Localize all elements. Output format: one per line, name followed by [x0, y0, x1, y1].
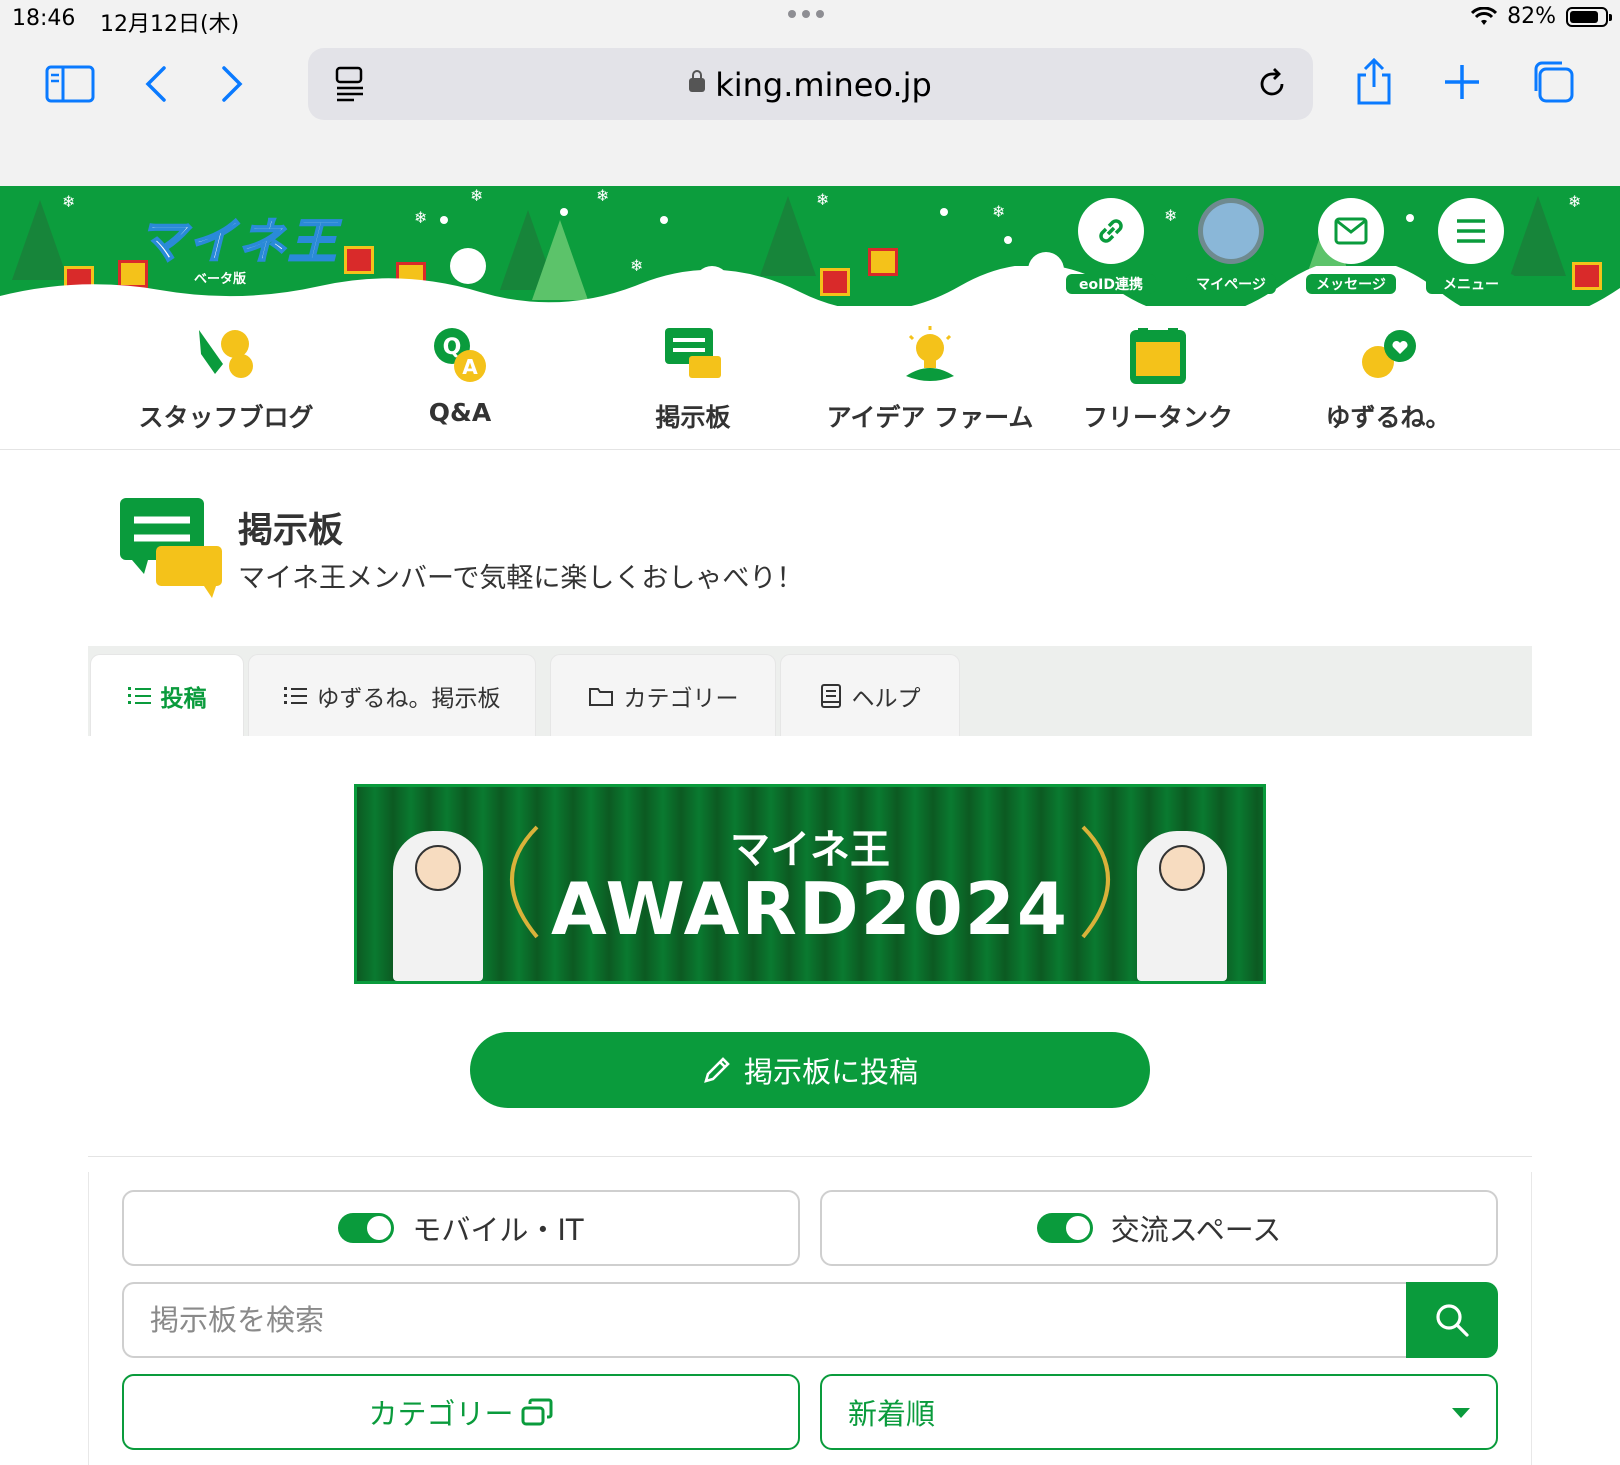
message-button[interactable] [1318, 198, 1384, 264]
menu-label: メニュー [1426, 274, 1516, 294]
nav-free-tank[interactable]: フリータンク [1048, 320, 1268, 434]
multitask-dots-icon[interactable] [788, 10, 824, 18]
toggle-switch[interactable] [338, 1213, 395, 1243]
wifi-icon [1471, 6, 1498, 25]
snowflake-icon: ❄ [414, 208, 428, 227]
search-button[interactable] [1406, 1282, 1498, 1358]
new-tab-icon[interactable] [1442, 62, 1482, 102]
divider [88, 1156, 1532, 1157]
window-stack-icon [521, 1398, 552, 1426]
status-time: 18:46 [12, 6, 76, 31]
eoid-link-button[interactable] [1078, 198, 1144, 264]
sidebar-icon[interactable] [44, 62, 96, 106]
avatar [1203, 203, 1259, 259]
category-select-button[interactable]: カテゴリー [122, 1374, 800, 1450]
tab-category[interactable]: カテゴリー [550, 654, 776, 736]
search-input[interactable] [122, 1282, 1412, 1358]
book-icon [820, 683, 841, 708]
menu-button[interactable] [1438, 198, 1504, 264]
board-search [122, 1282, 1498, 1358]
heart-chat-icon [1362, 330, 1416, 378]
toggle-switch[interactable] [1036, 1213, 1093, 1243]
tab-posts[interactable]: 投稿 [90, 654, 244, 736]
nav-yuzurune[interactable]: ゆずるね。 [1278, 320, 1498, 434]
browser-toolbar: king.mineo.jp [0, 40, 1620, 186]
snowflake-icon: ❄ [1568, 192, 1582, 211]
tabs-overview-icon[interactable] [1528, 58, 1576, 106]
site-header: ❄ ❄ ❄ ❄ ❄ ❄ ❄ ❄ ❄ マイネ王 ベータ版 eoID連携 マイページ… [0, 186, 1620, 306]
snowflake-icon: ❄ [470, 186, 484, 205]
status-bar: 18:46 12月12日(木) 82% [0, 0, 1620, 40]
reload-icon[interactable] [1254, 66, 1290, 102]
board-icon [665, 328, 721, 378]
caret-down-icon [1452, 1408, 1470, 1418]
mypage-button[interactable] [1198, 198, 1264, 264]
nav-board[interactable]: 掲示板 [583, 320, 803, 434]
site-logo[interactable]: マイネ王 [137, 202, 338, 272]
snowflake-icon: ❄ [992, 202, 1006, 221]
link-icon [1099, 219, 1123, 243]
battery-percent: 82% [1507, 4, 1556, 29]
back-icon[interactable] [138, 62, 174, 106]
lock-icon [689, 70, 706, 92]
filter-exchange-space[interactable]: 交流スペース [820, 1190, 1498, 1266]
pencil-icon [704, 1057, 730, 1083]
page-title: 掲示板 [238, 511, 344, 551]
nav-idea-farm[interactable]: アイデア ファーム [820, 320, 1040, 434]
share-icon[interactable] [1352, 56, 1396, 108]
lightbulb-icon [906, 326, 954, 381]
tab-help[interactable]: ヘルプ [780, 654, 960, 736]
qa-icon: QA [434, 328, 486, 382]
page-subtitle: マイネ王メンバーで気軽に楽しくおしゃべり！ [238, 563, 804, 594]
list-icon [283, 687, 307, 704]
board-tabs: 投稿 ゆずるね。掲示板 カテゴリー ヘルプ [88, 646, 1532, 736]
eoid-link-label: eoID連携 [1066, 274, 1156, 294]
menu-icon [1457, 219, 1485, 243]
board-heading-icon [118, 496, 224, 602]
award-banner[interactable]: マイネ王 AWARD2024 [354, 784, 1266, 984]
banner-award-year: AWARD2024 [551, 867, 1069, 951]
list-icon [127, 687, 151, 704]
search-icon [1436, 1304, 1469, 1337]
category-nav: スタッフブログ QA Q&A 掲示板 アイデア ファーム フリータンク ゆずるね… [0, 306, 1620, 450]
status-date: 12月12日(木) [100, 12, 240, 37]
forward-icon[interactable] [214, 62, 250, 106]
battery-icon [1566, 6, 1612, 27]
nav-qa[interactable]: QA Q&A [350, 320, 570, 427]
mail-icon [1334, 217, 1368, 245]
folder-icon [588, 687, 613, 706]
nav-staff-blog[interactable]: スタッフブログ [116, 320, 336, 434]
snowflake-icon: ❄ [816, 190, 830, 209]
message-label: メッセージ [1306, 274, 1396, 294]
svg-text:A: A [462, 355, 478, 379]
christmas-tree-icon [1510, 196, 1566, 276]
url-text[interactable]: king.mineo.jp [308, 66, 1313, 104]
filter-mobile-it[interactable]: モバイル・IT [122, 1190, 800, 1266]
address-bar[interactable]: king.mineo.jp [308, 48, 1313, 120]
mypage-label: マイページ [1186, 274, 1276, 294]
pen-chat-icon [199, 330, 253, 378]
snowflake-icon: ❄ [1164, 206, 1178, 225]
post-to-board-button[interactable]: 掲示板に投稿 [470, 1032, 1150, 1108]
tab-yuzurune-board[interactable]: ゆずるね。掲示板 [248, 654, 536, 736]
sort-select[interactable]: 新着順 [820, 1374, 1498, 1450]
christmas-tree-icon [760, 196, 816, 276]
sort-selected-value: 新着順 [848, 1397, 936, 1431]
snowflake-icon: ❄ [596, 186, 610, 205]
tank-icon [1130, 328, 1186, 384]
